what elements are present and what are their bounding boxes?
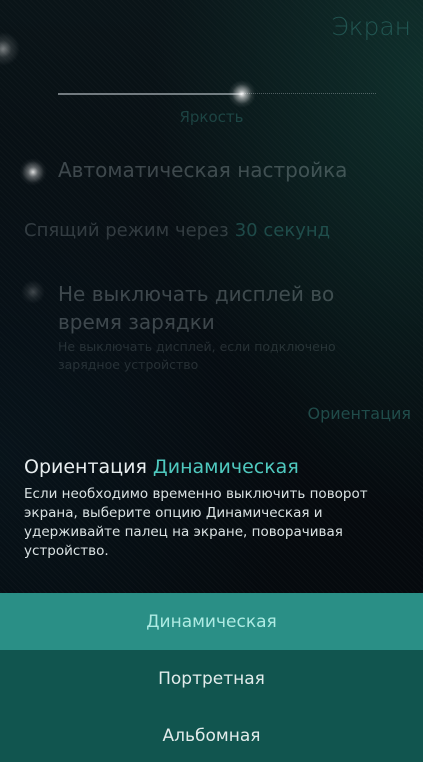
orientation-label: Ориентация <box>24 456 147 478</box>
keep-display-on-description: Не выключать дисплей, если подключено за… <box>58 339 336 372</box>
keep-display-on-switch-icon[interactable] <box>19 278 47 306</box>
brightness-slider-handle[interactable] <box>228 80 256 108</box>
keep-display-on-label[interactable]: Не выключать дисплей во время зарядки <box>58 280 398 336</box>
pulley-menu-indicator-icon <box>0 32 20 66</box>
auto-brightness-switch-icon[interactable] <box>19 158 47 186</box>
sleep-timeout-label: Спящий режим через <box>24 220 229 241</box>
page-title: Экран <box>331 12 411 41</box>
orientation-combobox[interactable]: Ориентация Динамическая <box>24 456 299 478</box>
menu-item-landscape[interactable]: Альбомная <box>0 707 423 762</box>
menu-item-dynamic[interactable]: Динамическая <box>0 593 423 650</box>
menu-item-portrait[interactable]: Портретная <box>0 650 423 707</box>
orientation-description: Если необходимо временно выключить повор… <box>24 486 368 559</box>
brightness-slider-empty <box>242 93 376 95</box>
auto-brightness-label[interactable]: Автоматическая настройка <box>58 158 347 182</box>
orientation-menu: Динамическая Портретная Альбомная <box>0 593 423 762</box>
orientation-value: Динамическая <box>152 456 299 478</box>
sleep-timeout-value: 30 секунд <box>234 220 331 241</box>
brightness-slider-filled <box>58 93 242 95</box>
sleep-timeout-row[interactable]: Спящий режим через 30 секунд <box>24 220 330 241</box>
brightness-label: Яркость <box>179 108 244 126</box>
orientation-section-header: Ориентация <box>307 404 412 423</box>
display-settings-screen: Экран Яркость Автоматическая настройка С… <box>0 0 423 762</box>
brightness-slider[interactable] <box>58 93 376 95</box>
